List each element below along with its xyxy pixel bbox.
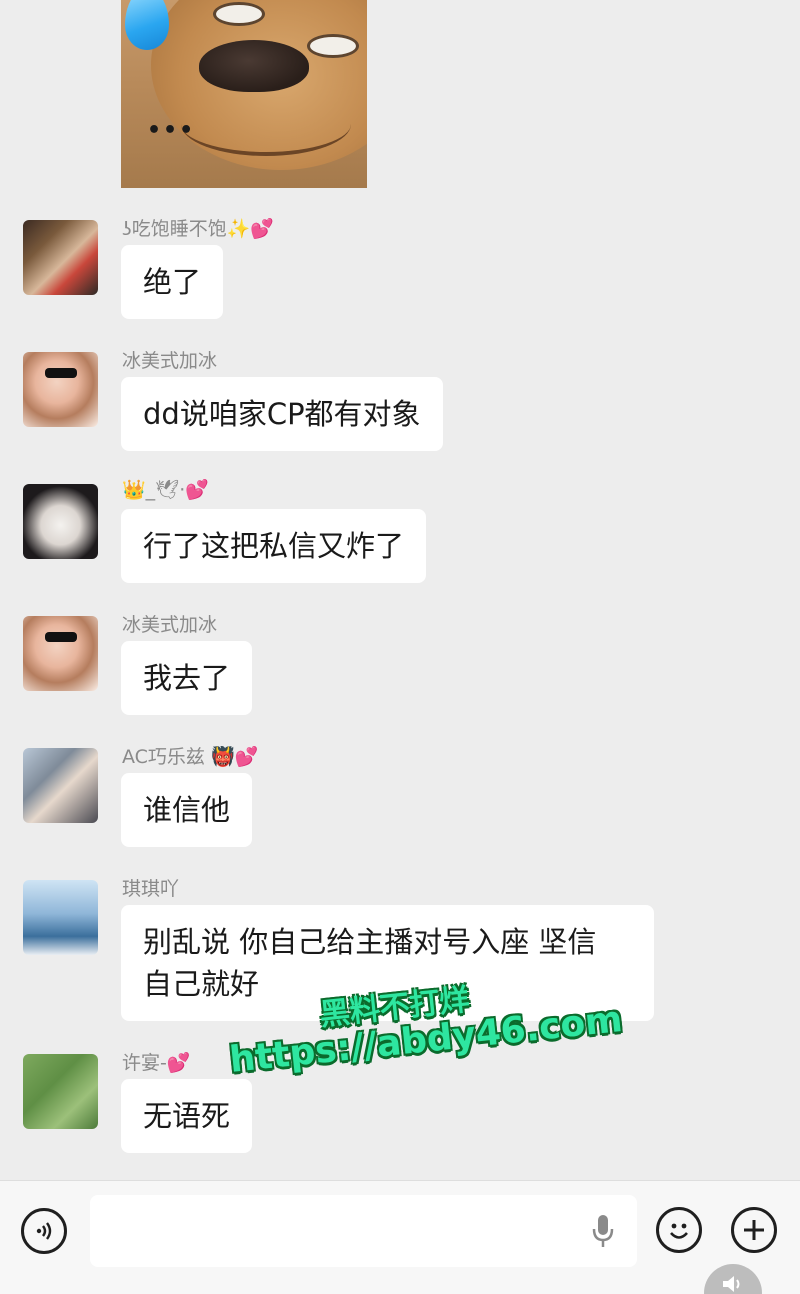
sender-name: 冰美式加冰 (122, 350, 218, 372)
avatar[interactable] (23, 1054, 98, 1129)
avatar[interactable] (23, 352, 98, 427)
sender-name: 琪琪吖 (122, 878, 180, 900)
message-bubble[interactable]: 行了这把私信又炸了 (121, 509, 427, 583)
more-actions-button[interactable] (731, 1207, 777, 1253)
avatar[interactable] (23, 748, 98, 823)
avatar[interactable] (23, 220, 98, 295)
sticker-caption: ••• (147, 118, 196, 143)
voice-toggle-button[interactable] (21, 1208, 67, 1254)
voice-wave-icon (36, 1222, 52, 1240)
smiley-icon (670, 1223, 688, 1239)
sweat-drop-icon (125, 0, 169, 50)
message-bubble[interactable]: 谁信他 (121, 773, 253, 847)
sender-name: 许宴-💕 (122, 1052, 191, 1074)
sender-name: AC巧乐兹 👹💕 (122, 746, 259, 768)
avatar[interactable] (23, 616, 98, 691)
avatar[interactable] (23, 484, 98, 559)
microphone-icon[interactable] (590, 1213, 616, 1249)
message-bubble[interactable]: 绝了 (121, 245, 224, 319)
speaker-icon (723, 1276, 740, 1292)
message-bubble[interactable]: dd说咱家CP都有对象 (121, 377, 443, 451)
chat-screen: ••• ʖ吃饱睡不饱✨💕 绝了 冰美式加冰 dd说咱家CP都有对象 👑_🕊·💕 … (0, 0, 800, 1294)
avatar[interactable] (23, 880, 98, 955)
message-input[interactable] (90, 1195, 637, 1267)
sender-name: ʖ吃饱睡不饱✨💕 (122, 218, 275, 240)
message-bubble[interactable]: 无语死 (121, 1079, 253, 1153)
input-bar (0, 1180, 800, 1294)
sender-name: 冰美式加冰 (122, 614, 218, 636)
plus-icon (744, 1220, 764, 1240)
sticker-image[interactable]: ••• (121, 0, 367, 188)
emoji-button[interactable] (656, 1207, 702, 1253)
sender-name: 👑_🕊·💕 (122, 479, 210, 501)
message-bubble[interactable]: 我去了 (121, 641, 253, 715)
